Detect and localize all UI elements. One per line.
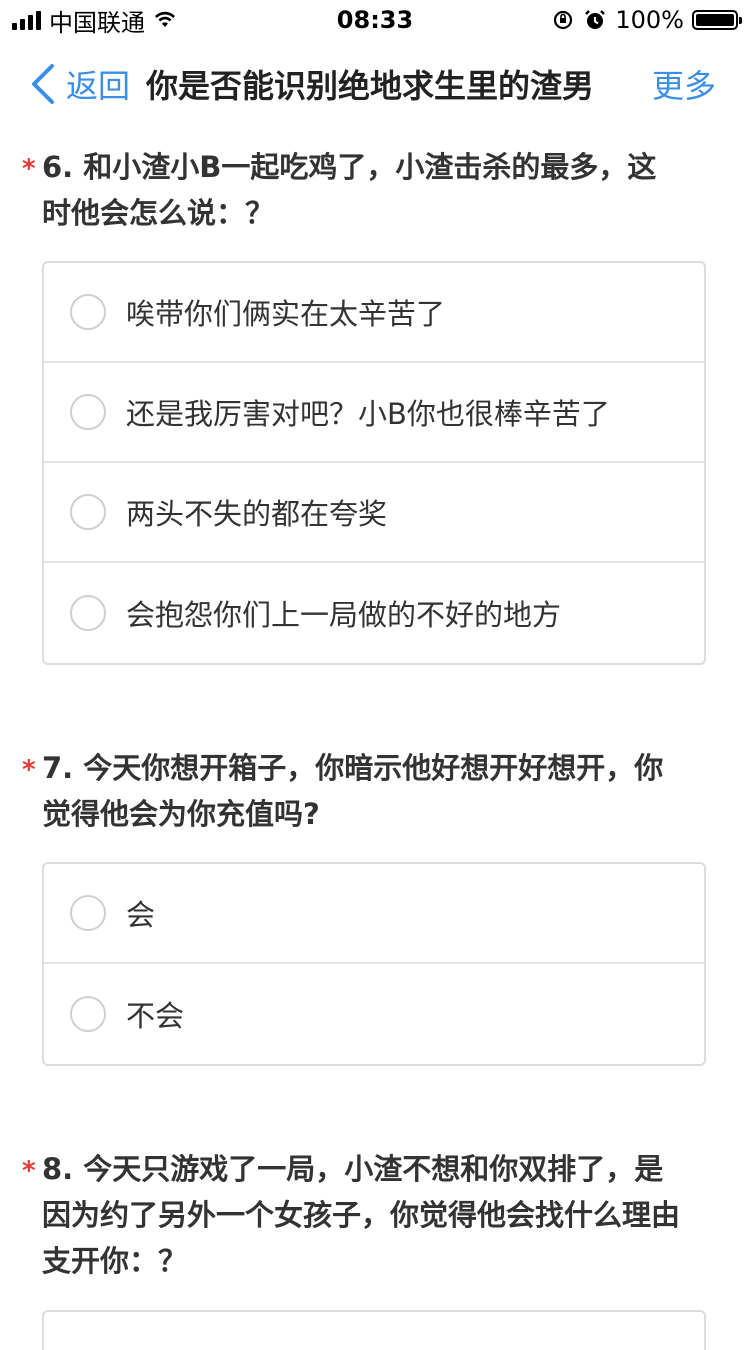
option-label: 两头不失的都在夸奖: [126, 497, 388, 531]
question-7: * 7. 今天你想开箱子，你暗示他好想开好想开，你觉得他会为你充值吗? 会 不会: [0, 745, 750, 1066]
options-list: [42, 1310, 706, 1350]
radio-button[interactable]: [70, 294, 106, 330]
radio-button[interactable]: [70, 895, 106, 931]
option-label: 会: [126, 898, 156, 932]
option-item[interactable]: 两头不失的都在夸奖: [44, 463, 704, 563]
status-right: 100%: [551, 6, 742, 34]
required-mark: *: [22, 755, 36, 785]
option-label: 唉带你们俩实在太辛苦了: [126, 297, 446, 331]
back-button[interactable]: 返回: [28, 61, 130, 107]
question-title: * 6. 和小渣小B一起吃鸡了，小渣击杀的最多，这时他会怎么说：？: [22, 144, 682, 236]
alarm-icon: [585, 10, 606, 29]
question-text: 7. 今天你想开箱子，你暗示他好想开好想开，你觉得他会为你充值吗?: [42, 751, 664, 831]
carrier-label: 中国联通: [49, 8, 145, 37]
radio-button[interactable]: [70, 996, 106, 1032]
question-text: 6. 和小渣小B一起吃鸡了，小渣击杀的最多，这时他会怎么说：？: [42, 150, 657, 230]
radio-button[interactable]: [70, 595, 106, 631]
battery-level: [696, 14, 734, 26]
question-8: * 8. 今天只游戏了一局，小渣不想和你双排了，是因为约了另外一个女孩子，你觉得…: [0, 1146, 750, 1350]
battery-icon: [692, 10, 742, 30]
required-mark: *: [22, 1156, 36, 1186]
question-title: * 7. 今天你想开箱子，你暗示他好想开好想开，你觉得他会为你充值吗?: [22, 745, 682, 837]
more-button[interactable]: 更多: [652, 61, 716, 107]
option-item[interactable]: 会抱怨你们上一局做的不好的地方: [44, 563, 704, 663]
option-label: 还是我厉害对吧？小B你也很棒辛苦了: [126, 397, 610, 431]
option-item[interactable]: 不会: [44, 964, 704, 1064]
question-title: * 8. 今天只游戏了一局，小渣不想和你双排了，是因为约了另外一个女孩子，你觉得…: [22, 1146, 682, 1284]
question-6: * 6. 和小渣小B一起吃鸡了，小渣击杀的最多，这时他会怎么说：？ 唉带你们俩实…: [0, 144, 750, 665]
question-text: 8. 今天只游戏了一局，小渣不想和你双排了，是因为约了另外一个女孩子，你觉得他会…: [42, 1152, 681, 1278]
options-list: 唉带你们俩实在太辛苦了 还是我厉害对吧？小B你也很棒辛苦了 两头不失的都在夸奖 …: [42, 261, 706, 665]
option-item[interactable]: 唉带你们俩实在太辛苦了: [44, 263, 704, 363]
options-list: 会 不会: [42, 862, 706, 1066]
option-item[interactable]: 还是我厉害对吧？小B你也很棒辛苦了: [44, 363, 704, 463]
option-label: 会抱怨你们上一局做的不好的地方: [126, 598, 562, 632]
back-label: 返回: [66, 67, 131, 105]
radio-button[interactable]: [70, 394, 106, 430]
wifi-icon: [155, 11, 175, 27]
radio-button[interactable]: [70, 494, 106, 530]
navigation-bar: 返回 你是否能识别绝地求生里的渣男 更多: [0, 40, 750, 128]
signal-icon: [12, 10, 41, 30]
chevron-left-icon: [32, 64, 54, 104]
battery-percent: 100%: [615, 6, 684, 34]
option-label: 不会: [126, 999, 185, 1033]
orientation-lock-icon: [554, 10, 573, 30]
required-mark: *: [22, 154, 36, 184]
option-item[interactable]: 会: [44, 864, 704, 964]
status-left: 中国联通: [12, 3, 177, 38]
page-title: 你是否能识别绝地求生里的渣男: [146, 67, 595, 105]
status-bar: 中国联通 08:33 100%: [0, 0, 750, 40]
